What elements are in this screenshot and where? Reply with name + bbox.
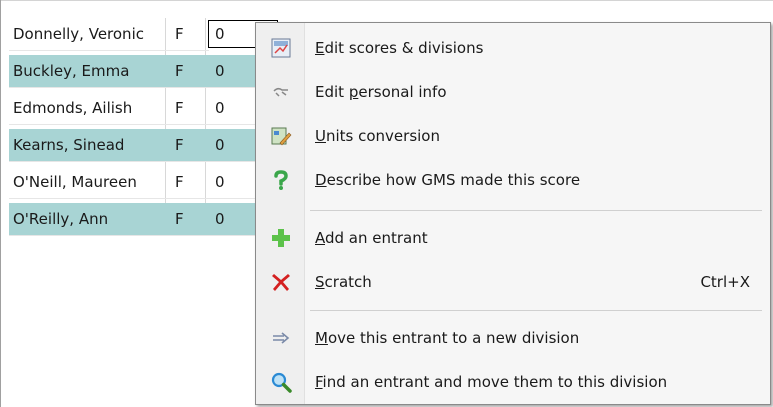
- question-icon: [270, 169, 292, 191]
- units-conversion-icon: [270, 125, 292, 147]
- entrant-name-cell[interactable]: O'Neill, Maureen: [9, 166, 169, 199]
- menu-item-label: Add an entrant: [315, 229, 428, 247]
- menu-separator: [310, 310, 762, 311]
- entrant-sex-cell[interactable]: F: [169, 92, 209, 125]
- menu-item-describe-score[interactable]: Describe how GMS made this score: [256, 160, 770, 200]
- menu-item-label: Find an entrant and move them to this di…: [315, 373, 668, 391]
- menu-item-units-conversion[interactable]: Units conversion: [256, 116, 770, 156]
- entrant-name-cell[interactable]: O'Reilly, Ann: [9, 203, 169, 236]
- menu-item-label: Units conversion: [315, 127, 440, 145]
- menu-item-label: Describe how GMS made this score: [315, 171, 581, 189]
- menu-item-shortcut: Ctrl+X: [700, 273, 750, 291]
- magnifier-icon: [270, 371, 292, 393]
- menu-item-scratch[interactable]: Scratch Ctrl+X: [256, 262, 770, 302]
- scratch-x-icon: [270, 271, 292, 293]
- edit-scores-icon: [270, 37, 292, 59]
- plus-icon: [270, 227, 292, 249]
- personal-info-icon: [270, 81, 292, 103]
- entrant-name-cell[interactable]: Buckley, Emma: [9, 55, 169, 88]
- menu-item-edit-scores[interactable]: Edit scores & divisions: [256, 28, 770, 68]
- entrant-sex-cell[interactable]: F: [169, 18, 209, 51]
- entrant-name-cell[interactable]: Kearns, Sinead: [9, 129, 169, 162]
- menu-item-label: Move this entrant to a new division: [315, 329, 580, 347]
- menu-item-edit-personal-info[interactable]: Edit personal info: [256, 72, 770, 112]
- entrant-sex-cell[interactable]: F: [169, 129, 209, 162]
- menu-item-label: Edit personal info: [315, 83, 447, 101]
- entrant-sex-cell[interactable]: F: [169, 55, 209, 88]
- window-top-edge: [0, 0, 773, 1]
- menu-item-label: Scratch: [315, 273, 372, 291]
- entrant-sex-cell[interactable]: F: [169, 166, 209, 199]
- menu-item-move-entrant[interactable]: Move this entrant to a new division: [256, 318, 770, 358]
- menu-item-find-entrant[interactable]: Find an entrant and move them to this di…: [256, 362, 770, 402]
- menu-separator: [310, 210, 762, 211]
- entrant-name-cell[interactable]: Edmonds, Ailish: [9, 92, 169, 125]
- entrant-sex-cell[interactable]: F: [169, 203, 209, 236]
- menu-item-label: Edit scores & divisions: [315, 39, 484, 57]
- window-left-edge: [0, 0, 1, 407]
- context-menu: Edit scores & divisions Edit personal in…: [255, 22, 771, 405]
- entrant-name-cell[interactable]: Donnelly, Veronic: [9, 18, 169, 51]
- menu-item-add-entrant[interactable]: Add an entrant: [256, 218, 770, 258]
- arrow-right-icon: [270, 327, 292, 349]
